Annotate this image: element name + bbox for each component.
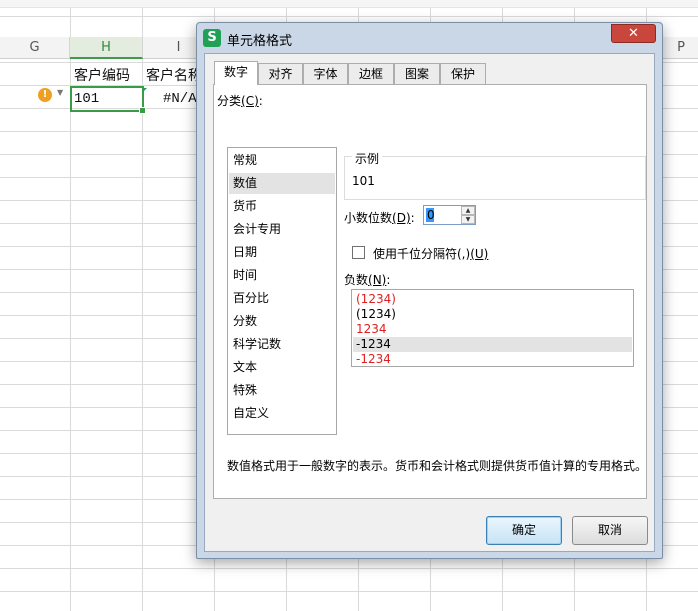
category-label: 分类(C): bbox=[217, 94, 263, 108]
column-header-p[interactable]: P bbox=[664, 37, 698, 59]
spin-up-icon[interactable]: ▲ bbox=[461, 206, 475, 215]
format-cells-dialog: S 单元格格式 ✕ 数字 对齐 字体 边框 图案 保护 分类(C): 常规 数值… bbox=[196, 22, 663, 559]
tab-font[interactable]: 字体 bbox=[303, 63, 348, 84]
decimal-places-stepper[interactable]: ▲ ▼ bbox=[423, 205, 476, 225]
dialog-title: 单元格格式 bbox=[227, 34, 293, 49]
category-item[interactable]: 常规 bbox=[229, 150, 335, 171]
negative-option[interactable]: 1234 bbox=[353, 322, 632, 337]
category-item[interactable]: 会计专用 bbox=[229, 219, 335, 240]
category-item[interactable]: 自定义 bbox=[229, 403, 335, 424]
exclamation-icon: ! bbox=[38, 88, 52, 102]
chevron-down-icon: ▼ bbox=[57, 88, 64, 97]
cell-i-value[interactable]: #N/A bbox=[163, 91, 197, 107]
error-check-button[interactable]: ! ▼ bbox=[35, 87, 67, 103]
spin-down-icon[interactable]: ▼ bbox=[461, 215, 475, 224]
error-indicator-icon bbox=[142, 88, 147, 93]
close-icon: ✕ bbox=[628, 26, 639, 41]
tab-number[interactable]: 数字 bbox=[214, 61, 258, 85]
category-item[interactable]: 科学记数 bbox=[229, 334, 335, 355]
category-item[interactable]: 日期 bbox=[229, 242, 335, 263]
thousands-separator-checkbox[interactable] bbox=[352, 246, 365, 259]
active-cell-selection[interactable] bbox=[70, 86, 146, 114]
decimal-places-input[interactable] bbox=[425, 207, 460, 223]
app-logo-icon: S bbox=[203, 29, 221, 47]
cell-i-header[interactable]: 客户名称 bbox=[146, 65, 202, 85]
dialog-titlebar[interactable]: S 单元格格式 ✕ bbox=[197, 23, 662, 53]
sample-group bbox=[344, 156, 646, 200]
close-button[interactable]: ✕ bbox=[611, 24, 656, 43]
format-description: 数值格式用于一般数字的表示。货币和会计格式则提供货币值计算的专用格式。 bbox=[227, 459, 648, 473]
sample-value: 101 bbox=[352, 174, 375, 188]
tab-pattern[interactable]: 图案 bbox=[394, 63, 440, 84]
category-item[interactable]: 文本 bbox=[229, 357, 335, 378]
category-item[interactable]: 货币 bbox=[229, 196, 335, 217]
number-tab-panel: 分类(C): 常规 数值 货币 会计专用 日期 时间 百分比 分数 科学记数 文… bbox=[213, 84, 647, 499]
category-item[interactable]: 分数 bbox=[229, 311, 335, 332]
formula-bar-strip bbox=[0, 0, 698, 8]
category-item[interactable]: 百分比 bbox=[229, 288, 335, 309]
column-header-g[interactable]: G bbox=[0, 37, 70, 59]
negative-option-selected[interactable]: -1234 bbox=[353, 337, 632, 352]
decimal-places-label: 小数位数(D): bbox=[344, 211, 415, 225]
negative-numbers-listbox[interactable]: (1234) (1234) 1234 -1234 -1234 bbox=[351, 289, 634, 367]
cancel-button[interactable]: 取消 bbox=[572, 516, 648, 545]
tab-alignment[interactable]: 对齐 bbox=[258, 63, 303, 84]
negative-numbers-label: 负数(N): bbox=[344, 273, 391, 287]
dialog-body: 数字 对齐 字体 边框 图案 保护 分类(C): 常规 数值 货币 会计专用 日… bbox=[204, 53, 655, 552]
ok-button[interactable]: 确定 bbox=[486, 516, 562, 545]
tab-protection[interactable]: 保护 bbox=[440, 63, 486, 84]
sample-label: 示例 bbox=[352, 150, 383, 167]
tab-border[interactable]: 边框 bbox=[348, 63, 394, 84]
negative-option[interactable]: (1234) bbox=[353, 307, 632, 322]
negative-option[interactable]: (1234) bbox=[353, 292, 632, 307]
category-item[interactable]: 时间 bbox=[229, 265, 335, 286]
thousands-separator-label[interactable]: 使用千位分隔符(,)(U) bbox=[373, 245, 488, 262]
category-listbox[interactable]: 常规 数值 货币 会计专用 日期 时间 百分比 分数 科学记数 文本 特殊 自定… bbox=[227, 147, 337, 435]
negative-option[interactable]: -1234 bbox=[353, 352, 632, 367]
cell-h-header[interactable]: 客户编码 bbox=[74, 65, 130, 85]
category-item-selected[interactable]: 数值 bbox=[229, 173, 335, 194]
column-header-h[interactable]: H bbox=[70, 37, 143, 59]
category-item[interactable]: 特殊 bbox=[229, 380, 335, 401]
